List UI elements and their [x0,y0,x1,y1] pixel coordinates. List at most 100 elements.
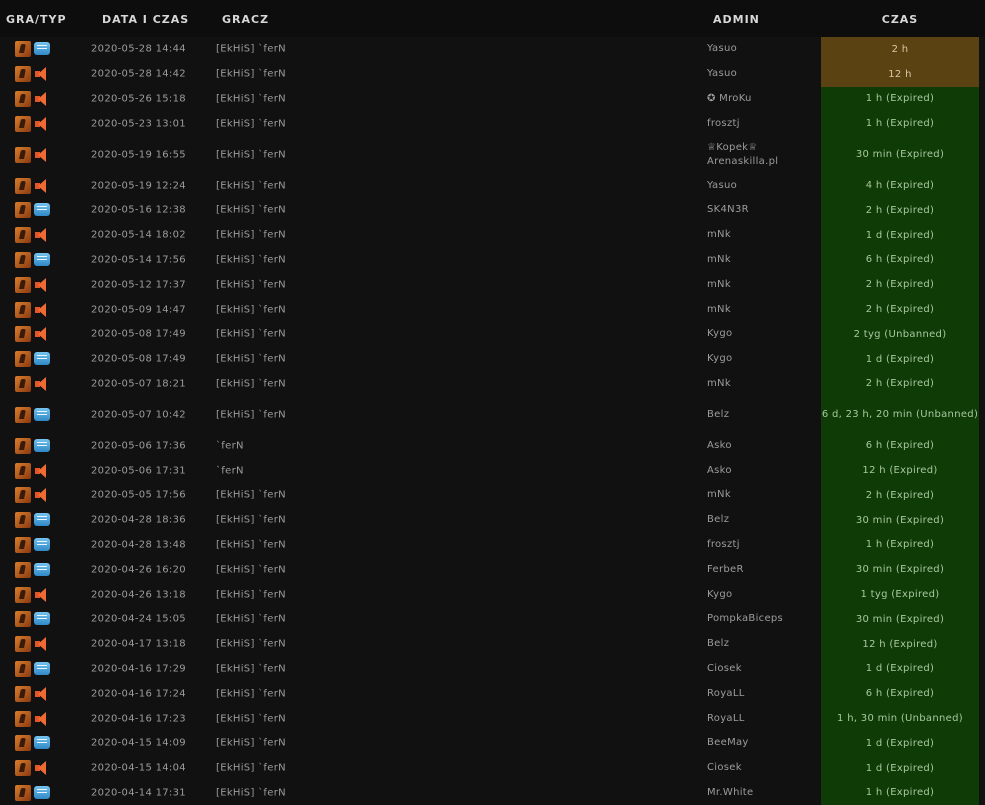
row-admin: mNk [707,229,731,241]
table-row[interactable]: 2020-05-06 17:31 `ferN Asko 12 h (Expired) [0,458,985,483]
row-icons [15,41,53,58]
table-row[interactable]: 2020-05-23 13:01 [EkHiS] `ferN frosztj 1 h … [0,111,985,137]
table-row[interactable]: 2020-04-16 17:29 [EkHiS] `ferN Ciosek 1 d (… [0,656,985,682]
row-player[interactable]: [EkHiS] `ferN [216,614,286,625]
table-row[interactable]: 2020-05-08 17:49 [EkHiS] `ferN Kygo 1 d (Ex… [0,346,985,372]
table-row[interactable]: 2020-04-24 15:05 [EkHiS] `ferN PompkaBicep… [0,606,985,632]
row-player[interactable]: [EkHiS] `ferN [216,254,286,265]
speaker-icon [34,277,50,293]
table-row[interactable]: 2020-05-26 15:18 [EkHiS] `ferN ✪ MroKu 1 h … [0,86,985,112]
row-player[interactable]: [EkHiS] `ferN [216,69,286,80]
row-admin: Ciosek [707,762,742,774]
row-player[interactable]: [EkHiS] `ferN [216,663,286,674]
table-row[interactable]: 2020-05-16 12:38 [EkHiS] `ferN SK4N3R 2 h (… [0,197,985,223]
table-row[interactable]: 2020-05-06 17:36 `ferN Asko 6 h (Expired) [0,433,985,459]
table-body: 2020-05-28 14:44 [EkHiS] `ferN Yasuo 2 h 202… [0,37,985,805]
table-row[interactable]: 2020-05-09 14:47 [EkHiS] `ferN mNk 2 h (Exp… [0,297,985,322]
speaker-icon [34,487,50,503]
row-admin: Kygo [707,353,733,365]
row-player[interactable]: [EkHiS] `ferN [216,490,286,501]
game-icon [15,406,31,423]
row-player[interactable]: [EkHiS] `ferN [216,304,286,315]
table-row[interactable]: 2020-04-16 17:23 [EkHiS] `ferN RoyaLL 1 h, … [0,706,985,731]
row-player[interactable]: [EkHiS] `ferN [216,409,286,420]
game-icon [15,586,31,603]
game-icon [15,115,31,132]
row-player[interactable]: [EkHiS] `ferN [216,329,286,340]
row-player[interactable]: [EkHiS] `ferN [216,539,286,550]
chat-icon [34,736,50,750]
row-date: 2020-04-26 13:18 [91,589,186,601]
row-time: 6 d, 23 h, 20 min (Unbanned) [821,396,979,434]
row-date: 2020-04-17 13:18 [91,638,186,650]
row-player[interactable]: [EkHiS] `ferN [216,713,286,724]
row-player[interactable]: [EkHiS] `ferN [216,763,286,774]
row-player[interactable]: [EkHiS] `ferN [216,279,286,290]
header-player[interactable]: GRACZ [222,13,269,26]
table-row[interactable]: 2020-04-26 16:20 [EkHiS] `ferN FerbeR 30 mi… [0,557,985,583]
table-row[interactable]: 2020-04-14 17:31 [EkHiS] `ferN Mr.White 1 h… [0,780,985,805]
row-player[interactable]: [EkHiS] `ferN [216,564,286,575]
row-player[interactable]: [EkHiS] `ferN [216,93,286,104]
speaker-icon [34,302,50,318]
row-admin: mNk [707,303,731,315]
row-player[interactable]: [EkHiS] `ferN [216,738,286,749]
row-player[interactable]: [EkHiS] `ferN [216,589,286,600]
row-date: 2020-05-28 14:42 [91,68,186,80]
table-row[interactable]: 2020-04-17 13:18 [EkHiS] `ferN Belz 12 h (E… [0,631,985,657]
game-icon [15,710,31,727]
header-date[interactable]: DATA I CZAS [102,13,189,26]
table-row[interactable]: 2020-05-19 12:24 [EkHiS] `ferN Yasuo 4 h (E… [0,173,985,198]
row-date: 2020-04-16 17:23 [91,713,186,725]
row-player[interactable]: [EkHiS] `ferN [216,378,286,389]
row-admin: SK4N3R [707,204,749,216]
table-row[interactable]: 2020-04-15 14:04 [EkHiS] `ferN Ciosek 1 d (… [0,755,985,781]
row-player[interactable]: `ferN [216,465,244,476]
table-row[interactable]: 2020-05-19 16:55 [EkHiS] `ferN ♕Kopek♕ Are… [0,136,985,174]
table-row[interactable]: 2020-05-28 14:42 [EkHiS] `ferN Yasuo 12 h [0,61,985,87]
row-time: 1 h (Expired) [821,780,979,805]
row-player[interactable]: [EkHiS] `ferN [216,515,286,526]
table-row[interactable]: 2020-05-12 17:37 [EkHiS] `ferN mNk 2 h (Exp… [0,272,985,298]
row-player[interactable]: `ferN [216,440,244,451]
header-time[interactable]: CZAS [821,13,979,26]
table-row[interactable]: 2020-05-05 17:56 [EkHiS] `ferN mNk 2 h (Exp… [0,482,985,508]
table-row[interactable]: 2020-04-28 13:48 [EkHiS] `ferN frosztj 1 h … [0,532,985,558]
row-admin: BeeMay [707,737,749,749]
row-icons [15,586,53,603]
row-admin: Ciosek [707,662,742,674]
row-icons [15,90,53,107]
speaker-icon [34,66,50,82]
row-icons [15,710,53,727]
row-player[interactable]: [EkHiS] `ferN [216,230,286,241]
game-icon [15,611,31,628]
row-player[interactable]: [EkHiS] `ferN [216,787,286,798]
row-player[interactable]: [EkHiS] `ferN [216,118,286,129]
table-row[interactable]: 2020-04-28 18:36 [EkHiS] `ferN Belz 30 min … [0,507,985,533]
table-row[interactable]: 2020-04-26 13:18 [EkHiS] `ferN Kygo 1 tyg (… [0,582,985,607]
table-row[interactable]: 2020-05-08 17:49 [EkHiS] `ferN Kygo 2 tyg (… [0,321,985,347]
row-player[interactable]: [EkHiS] `ferN [216,149,286,160]
row-time: 4 h (Expired) [821,173,979,198]
table-row[interactable]: 2020-04-16 17:24 [EkHiS] `ferN RoyaLL 6 h (… [0,681,985,707]
speaker-icon [34,376,50,392]
row-player[interactable]: [EkHiS] `ferN [216,639,286,650]
row-admin: ♕Kopek♕ Arenaskilla.pl [707,141,779,167]
table-row[interactable]: 2020-05-14 17:56 [EkHiS] `ferN mNk 6 h (Exp… [0,247,985,273]
row-player[interactable]: [EkHiS] `ferN [216,180,286,191]
table-row[interactable]: 2020-05-28 14:44 [EkHiS] `ferN Yasuo 2 h [0,37,985,62]
row-player[interactable]: [EkHiS] `ferN [216,44,286,55]
row-player[interactable]: [EkHiS] `ferN [216,688,286,699]
row-player[interactable]: [EkHiS] `ferN [216,205,286,216]
row-date: 2020-04-28 18:36 [91,514,186,526]
table-row[interactable]: 2020-05-07 18:21 [EkHiS] `ferN mNk 2 h (Exp… [0,371,985,397]
table-row[interactable]: 2020-05-07 10:42 [EkHiS] `ferN Belz 6 d, 23… [0,396,985,434]
table-row[interactable]: 2020-05-14 18:02 [EkHiS] `ferN mNk 1 d (Exp… [0,222,985,248]
row-time: 30 min (Expired) [821,606,979,632]
header-gra-typ[interactable]: GRA/TYP [6,13,67,26]
row-time: 2 h (Expired) [821,482,979,508]
row-admin: Yasuo [707,43,738,55]
row-player[interactable]: [EkHiS] `ferN [216,354,286,365]
table-row[interactable]: 2020-04-15 14:09 [EkHiS] `ferN BeeMay 1 d (… [0,730,985,756]
header-admin[interactable]: ADMIN [713,13,760,26]
